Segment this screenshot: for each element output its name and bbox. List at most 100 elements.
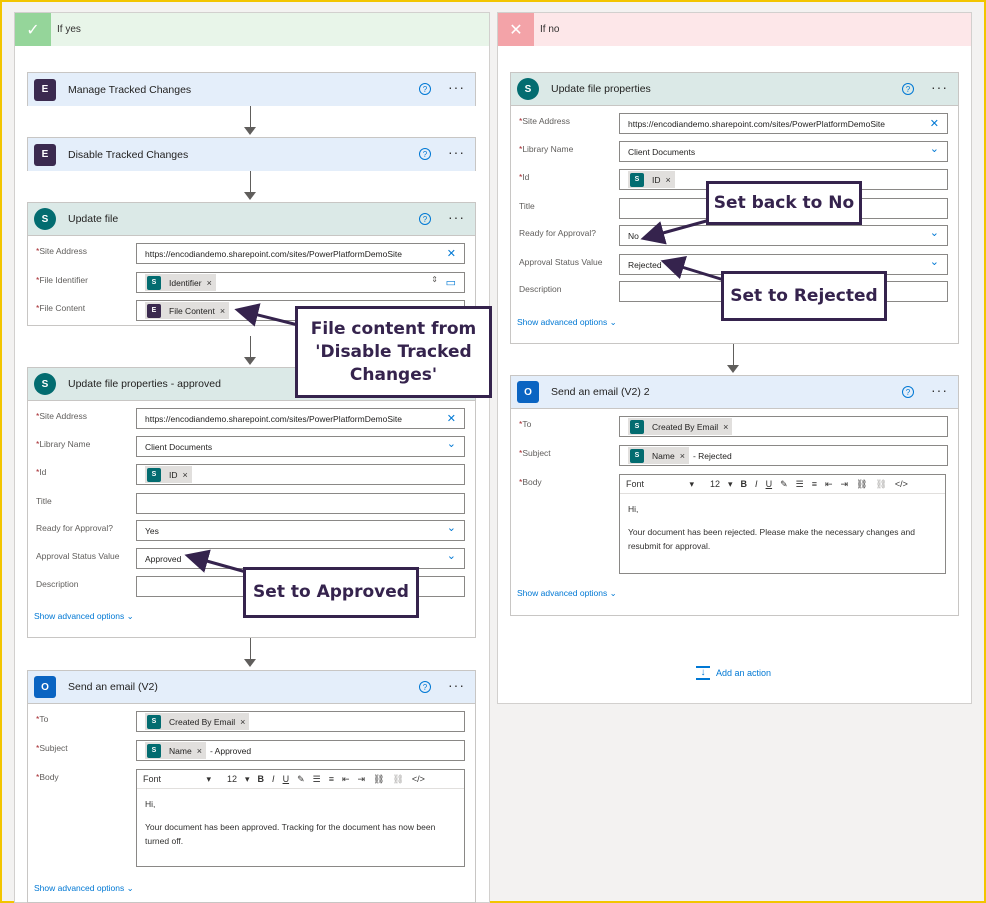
font-select[interactable]: Font ▾ bbox=[143, 774, 219, 785]
show-advanced-options-link[interactable]: Show advanced options ⌄ bbox=[34, 611, 134, 622]
underline-icon[interactable]: U bbox=[766, 479, 773, 489]
if-no-header[interactable]: ✕ If no bbox=[498, 13, 971, 46]
bold-icon[interactable]: B bbox=[741, 479, 748, 489]
site-address-field[interactable]: https://encodiandemo.sharepoint.com/site… bbox=[619, 113, 948, 134]
file-identifier-field[interactable]: S Identifier × ⇕ ▭ bbox=[136, 272, 465, 293]
created-by-email-token[interactable]: S Created By Email × bbox=[145, 713, 250, 730]
add-action-button[interactable]: ↓ Add an action bbox=[696, 666, 771, 680]
remove-token-icon[interactable]: × bbox=[723, 422, 728, 432]
code-view-icon[interactable]: </> bbox=[412, 774, 425, 784]
help-icon[interactable]: ? bbox=[419, 681, 431, 693]
indent-icon[interactable]: ⇥ bbox=[841, 479, 849, 490]
underline-icon[interactable]: U bbox=[283, 774, 290, 784]
card-header[interactable]: O Send an email (V2) ? ··· bbox=[28, 671, 475, 704]
more-options-icon[interactable]: ··· bbox=[448, 79, 465, 95]
library-name-dropdown[interactable]: Client Documents ⌄ bbox=[619, 141, 948, 162]
to-field[interactable]: S Created By Email × bbox=[619, 416, 948, 437]
remove-token-icon[interactable]: × bbox=[666, 175, 671, 185]
code-view-icon[interactable]: </> bbox=[895, 479, 908, 489]
created-by-email-token[interactable]: S Created By Email × bbox=[628, 418, 733, 435]
name-token[interactable]: S Name × bbox=[628, 447, 689, 464]
remove-token-icon[interactable]: × bbox=[240, 717, 245, 727]
id-token[interactable]: S ID × bbox=[145, 466, 192, 483]
chevron-down-icon[interactable]: ⌄ bbox=[930, 142, 939, 155]
more-options-icon[interactable]: ··· bbox=[931, 382, 948, 398]
more-options-icon[interactable]: ··· bbox=[448, 144, 465, 160]
body-editor[interactable]: Font ▾ 12 ▾ B I U ✎ ☰ ≡ ⇤ ⇥ ⛓ ⛓ </> Hi, Y… bbox=[619, 474, 946, 574]
help-icon[interactable]: ? bbox=[902, 386, 914, 398]
link-icon[interactable]: ⛓ bbox=[373, 774, 384, 785]
card-header[interactable]: S Update file ? ··· bbox=[28, 203, 475, 236]
name-token[interactable]: S Name × bbox=[145, 742, 206, 759]
file-content-token[interactable]: E File Content × bbox=[145, 302, 230, 319]
clear-icon[interactable]: ✕ bbox=[930, 117, 939, 130]
card-header[interactable]: E Manage Tracked Changes ? ··· bbox=[28, 73, 475, 106]
more-options-icon[interactable]: ··· bbox=[448, 209, 465, 225]
show-advanced-options-link[interactable]: Show advanced options ⌄ bbox=[517, 588, 617, 599]
font-select[interactable]: Font ▾ bbox=[626, 479, 702, 490]
folder-icon[interactable]: ▭ bbox=[446, 276, 456, 289]
approval-status-dropdown[interactable]: Approved ⌄ bbox=[136, 548, 465, 569]
chevron-down-icon[interactable]: ⌄ bbox=[930, 226, 939, 239]
disable-tracked-changes-card[interactable]: E Disable Tracked Changes ? ··· bbox=[27, 137, 476, 171]
bullet-list-icon[interactable]: ☰ bbox=[796, 479, 804, 490]
indent-icon[interactable]: ⇥ bbox=[358, 774, 366, 785]
help-icon[interactable]: ? bbox=[419, 213, 431, 225]
card-header[interactable]: E Disable Tracked Changes ? ··· bbox=[28, 138, 475, 171]
identifier-token[interactable]: S Identifier × bbox=[145, 274, 216, 291]
caret-down-icon: ▾ bbox=[689, 478, 694, 489]
highlight-icon[interactable]: ✎ bbox=[297, 774, 305, 785]
more-options-icon[interactable]: ··· bbox=[931, 79, 948, 95]
more-options-icon[interactable]: ··· bbox=[448, 677, 465, 693]
bullet-list-icon[interactable]: ☰ bbox=[313, 774, 321, 785]
ready-for-approval-dropdown[interactable]: No ⌄ bbox=[619, 225, 948, 246]
numbered-list-icon[interactable]: ≡ bbox=[329, 774, 334, 784]
chevron-down-icon[interactable]: ⌄ bbox=[447, 521, 456, 534]
outdent-icon[interactable]: ⇤ bbox=[825, 479, 833, 490]
library-name-dropdown[interactable]: Client Documents ⌄ bbox=[136, 436, 465, 457]
bold-icon[interactable]: B bbox=[258, 774, 265, 784]
numbered-list-icon[interactable]: ≡ bbox=[812, 479, 817, 489]
help-icon[interactable]: ? bbox=[419, 148, 431, 160]
id-field[interactable]: S ID × bbox=[136, 464, 465, 485]
subject-field[interactable]: S Name × - Rejected bbox=[619, 445, 948, 466]
clear-icon[interactable]: ✕ bbox=[447, 247, 456, 260]
unlink-icon[interactable]: ⛓ bbox=[392, 774, 403, 785]
card-header[interactable]: O Send an email (V2) 2 ? ··· bbox=[511, 376, 958, 409]
show-advanced-options-link[interactable]: Show advanced options ⌄ bbox=[517, 317, 617, 328]
highlight-icon[interactable]: ✎ bbox=[780, 479, 788, 490]
subject-field[interactable]: S Name × - Approved bbox=[136, 740, 465, 761]
site-address-field[interactable]: https://encodiandemo.sharepoint.com/site… bbox=[136, 408, 465, 429]
clear-icon[interactable]: ✕ bbox=[447, 412, 456, 425]
chevron-down-icon[interactable]: ⌄ bbox=[930, 255, 939, 268]
remove-token-icon[interactable]: × bbox=[207, 278, 212, 288]
body-editor[interactable]: Font ▾ 12 ▾ B I U ✎ ☰ ≡ ⇤ ⇥ ⛓ ⛓ </> Hi, Y… bbox=[136, 769, 465, 867]
italic-icon[interactable]: I bbox=[272, 774, 275, 784]
send-email-rejected-card[interactable]: O Send an email (V2) 2 ? ··· *To S Create… bbox=[510, 375, 959, 616]
remove-token-icon[interactable]: × bbox=[183, 470, 188, 480]
remove-token-icon[interactable]: × bbox=[220, 306, 225, 316]
stepper-icon[interactable]: ⇕ bbox=[431, 275, 438, 284]
send-email-approved-card[interactable]: O Send an email (V2) ? ··· *To S Created … bbox=[27, 670, 476, 903]
chevron-down-icon[interactable]: ⌄ bbox=[447, 549, 456, 562]
to-field[interactable]: S Created By Email × bbox=[136, 711, 465, 732]
title-field[interactable] bbox=[136, 493, 465, 514]
unlink-icon[interactable]: ⛓ bbox=[875, 479, 886, 490]
italic-icon[interactable]: I bbox=[755, 479, 758, 489]
font-size-select[interactable]: 12 ▾ bbox=[227, 774, 250, 785]
id-token[interactable]: S ID × bbox=[628, 171, 675, 188]
manage-tracked-changes-card[interactable]: E Manage Tracked Changes ? ··· bbox=[27, 72, 476, 106]
remove-token-icon[interactable]: × bbox=[680, 451, 685, 461]
chevron-down-icon[interactable]: ⌄ bbox=[447, 437, 456, 450]
link-icon[interactable]: ⛓ bbox=[856, 479, 867, 490]
ready-for-approval-dropdown[interactable]: Yes ⌄ bbox=[136, 520, 465, 541]
help-icon[interactable]: ? bbox=[902, 83, 914, 95]
outdent-icon[interactable]: ⇤ bbox=[342, 774, 350, 785]
help-icon[interactable]: ? bbox=[419, 83, 431, 95]
remove-token-icon[interactable]: × bbox=[197, 746, 202, 756]
card-header[interactable]: S Update file properties ? ··· bbox=[511, 73, 958, 106]
site-address-field[interactable]: https://encodiandemo.sharepoint.com/site… bbox=[136, 243, 465, 264]
if-yes-header[interactable]: ✓ If yes bbox=[15, 13, 489, 46]
font-size-select[interactable]: 12 ▾ bbox=[710, 479, 733, 490]
show-advanced-options-link[interactable]: Show advanced options ⌄ bbox=[34, 883, 134, 894]
